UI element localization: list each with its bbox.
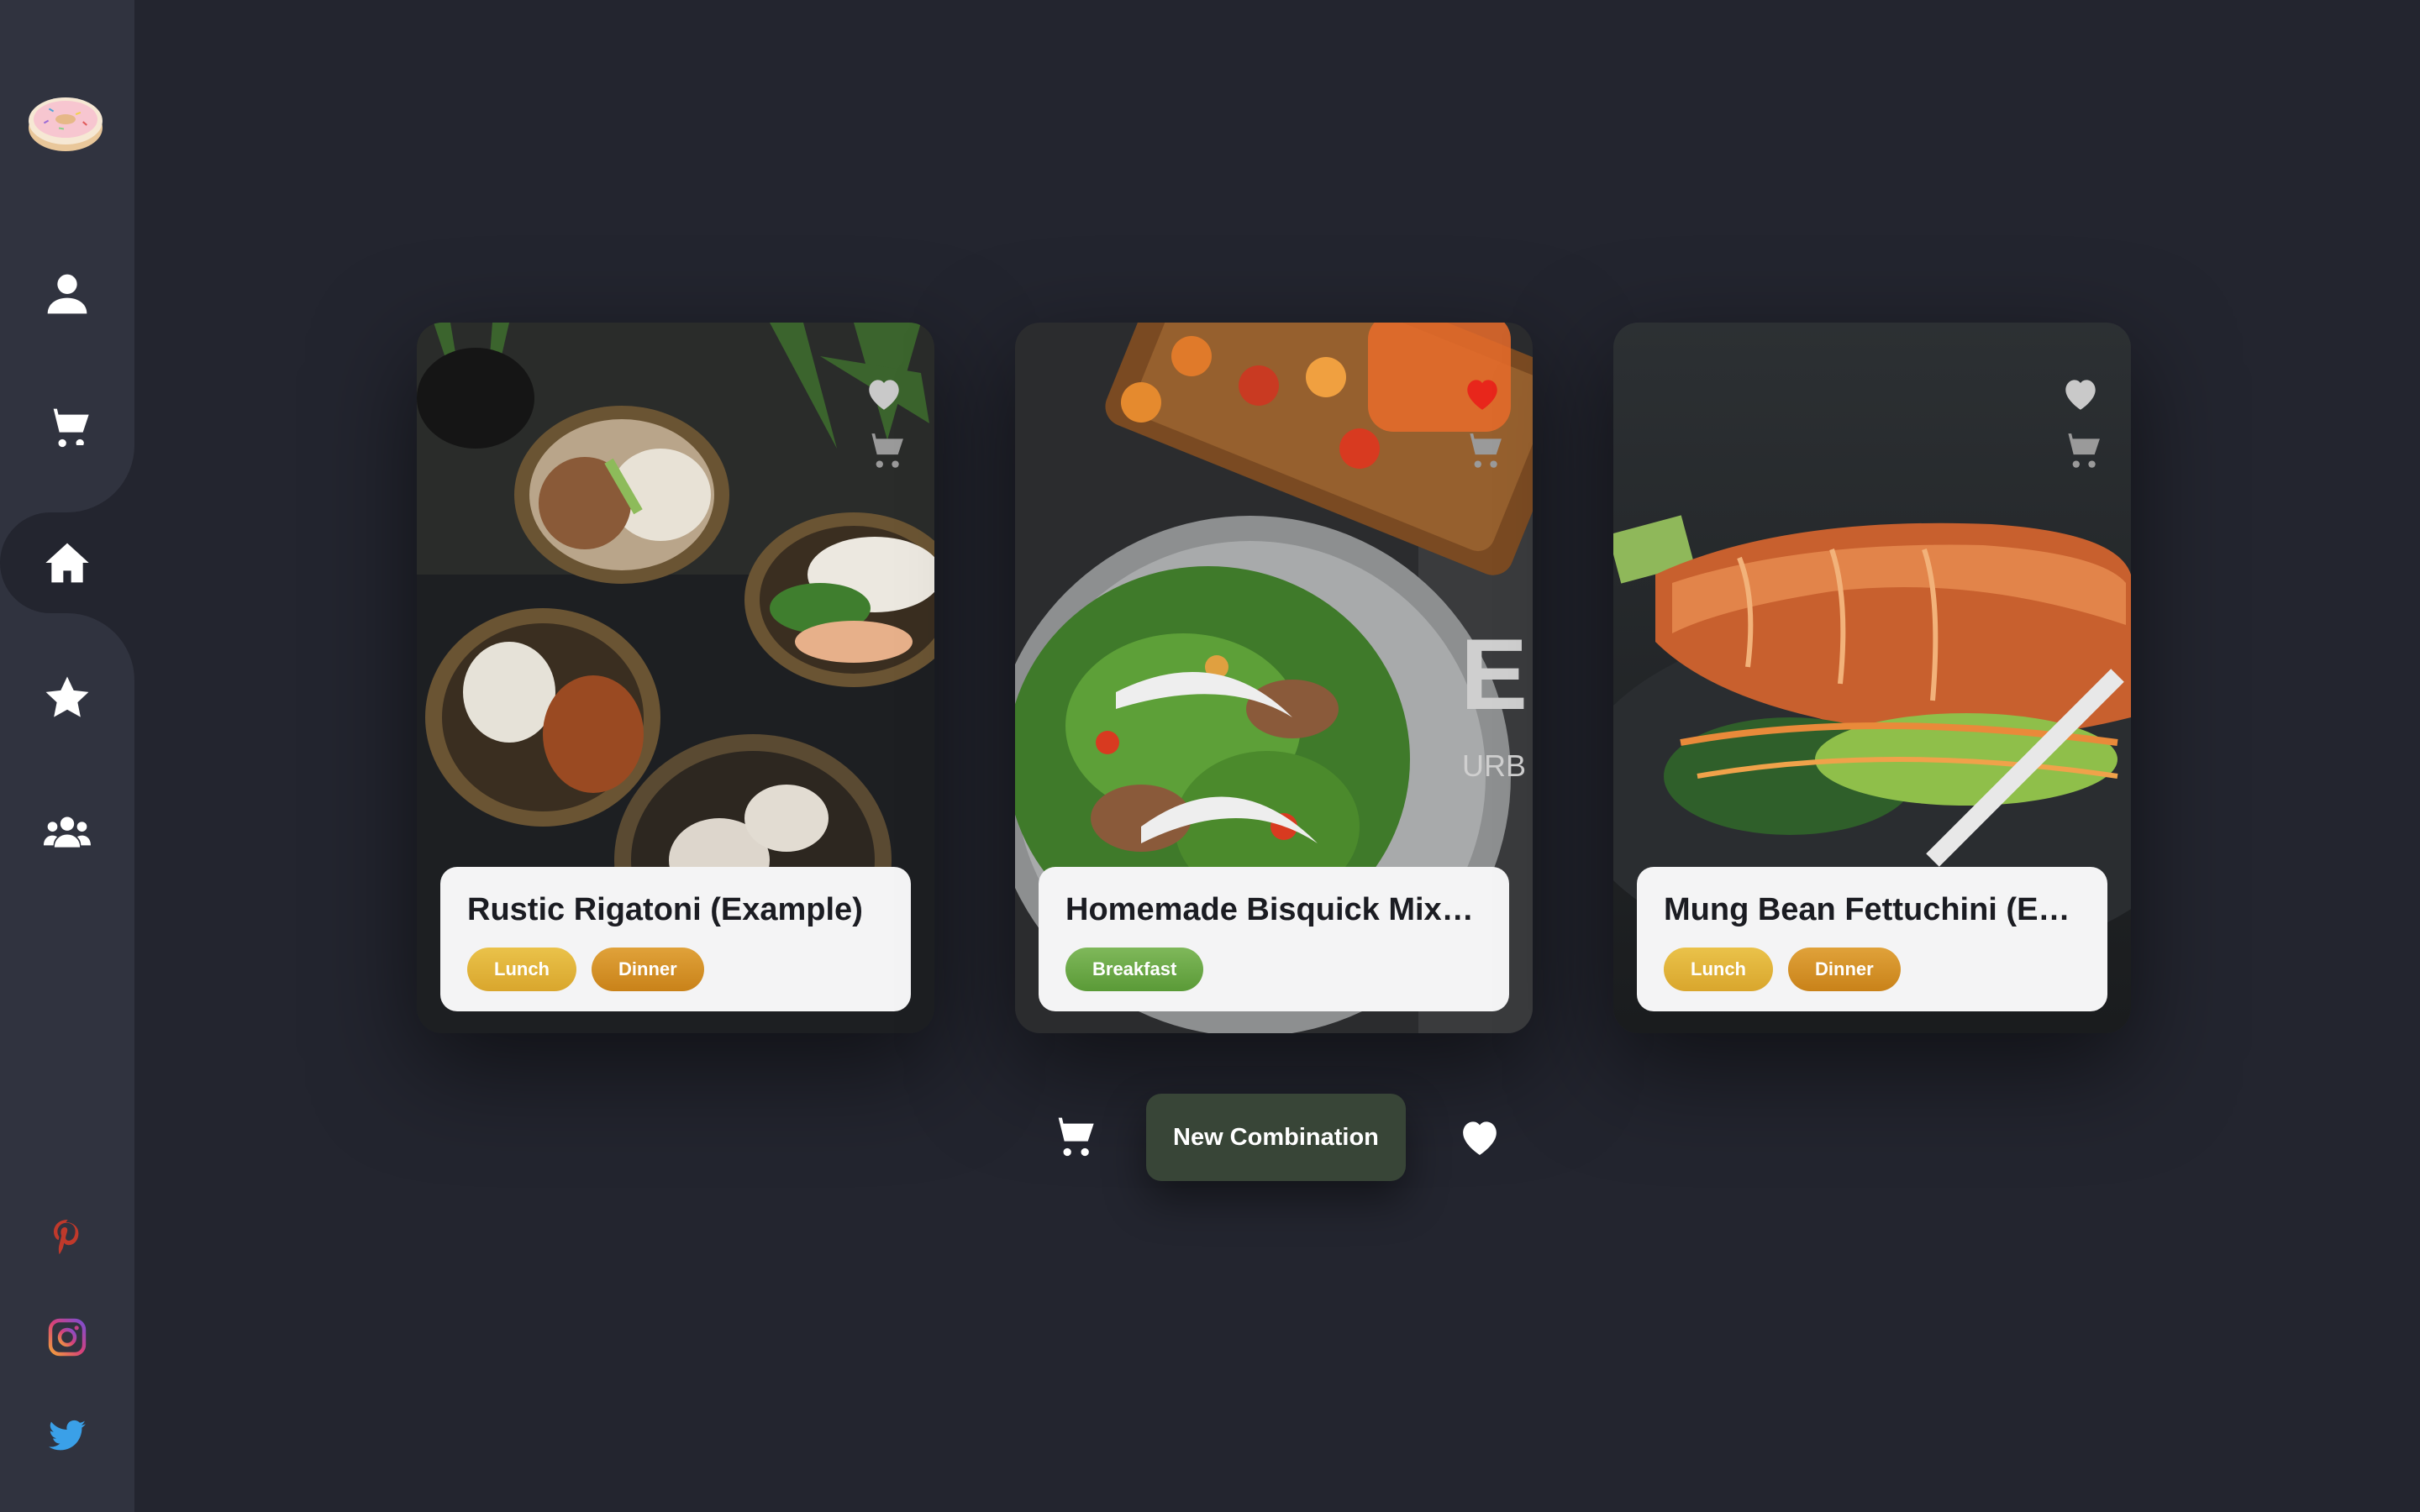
star-icon [45, 676, 89, 717]
tag-breakfast[interactable]: Breakfast [1065, 948, 1204, 991]
pinterest-icon [54, 1220, 79, 1254]
twitter-link[interactable] [0, 1403, 134, 1470]
add-to-cart-button[interactable] [2060, 430, 2102, 472]
home-icon [45, 543, 89, 583]
user-icon [47, 274, 87, 314]
cart-icon [865, 433, 903, 468]
cart-icon [1050, 1117, 1094, 1157]
recipe-tags: Breakfast [1065, 948, 1482, 991]
cart-icon [1463, 433, 1502, 468]
heart-icon [2065, 380, 2096, 410]
tag-lunch[interactable]: Lunch [1664, 948, 1773, 991]
add-to-cart-button[interactable] [1461, 430, 1503, 472]
recipe-title[interactable]: Mung Bean Fettuchini (Exa... [1664, 890, 2081, 929]
favorite-button[interactable] [863, 373, 905, 415]
svg-text:E: E [1460, 618, 1528, 731]
card-actions [2055, 373, 2106, 472]
recipe-card[interactable]: E URB Homemade Bisquick Mix: ... Breakfa… [1015, 323, 1533, 1033]
recipe-info: Mung Bean Fettuchini (Exa... Lunch Dinne… [1637, 867, 2107, 1011]
favorite-combination-button[interactable] [1456, 1114, 1503, 1161]
sidebar [0, 0, 134, 1512]
add-to-cart-button[interactable] [863, 430, 905, 472]
heart-icon [869, 380, 899, 410]
add-all-to-cart-button[interactable] [1049, 1114, 1096, 1161]
recipe-tags: Lunch Dinner [1664, 948, 2081, 991]
tag-lunch[interactable]: Lunch [467, 948, 576, 991]
recipe-card[interactable]: Mung Bean Fettuchini (Exa... Lunch Dinne… [1613, 323, 2131, 1033]
recipe-info: Rustic Rigatoni (Example) Lunch Dinner [440, 867, 911, 1011]
tag-dinner[interactable]: Dinner [1788, 948, 1901, 991]
heart-filled-icon [1467, 380, 1497, 410]
instagram-icon [48, 1318, 87, 1357]
new-combination-button[interactable]: New Combination [1146, 1094, 1406, 1181]
recipe-card[interactable]: Rustic Rigatoni (Example) Lunch Dinner [417, 323, 934, 1033]
tag-dinner[interactable]: Dinner [592, 948, 704, 991]
donut-logo-icon[interactable] [25, 87, 106, 155]
twitter-icon [49, 1420, 86, 1451]
sidebar-item-favorites[interactable] [0, 647, 134, 748]
heart-icon [1463, 1121, 1497, 1155]
svg-text:URB: URB [1462, 748, 1526, 783]
recipe-info: Homemade Bisquick Mix: ... Breakfast [1039, 867, 1509, 1011]
sidebar-item-community[interactable] [0, 781, 134, 882]
recipe-tags: Lunch Dinner [467, 948, 884, 991]
card-actions [1457, 373, 1507, 472]
favorite-button[interactable] [2060, 373, 2102, 415]
sidebar-item-home[interactable] [0, 445, 134, 680]
combination-controls: New Combination [1049, 1094, 1503, 1181]
active-notch-top [67, 445, 134, 512]
recipe-title[interactable]: Rustic Rigatoni (Example) [467, 890, 884, 929]
instagram-link[interactable] [0, 1304, 134, 1371]
cart-icon [2061, 433, 2100, 468]
sidebar-item-profile[interactable] [0, 244, 134, 344]
recipe-title[interactable]: Homemade Bisquick Mix: ... [1065, 890, 1482, 929]
users-icon [44, 816, 91, 848]
card-actions [859, 373, 909, 472]
favorite-button[interactable] [1461, 373, 1503, 415]
pinterest-link[interactable] [0, 1203, 134, 1270]
